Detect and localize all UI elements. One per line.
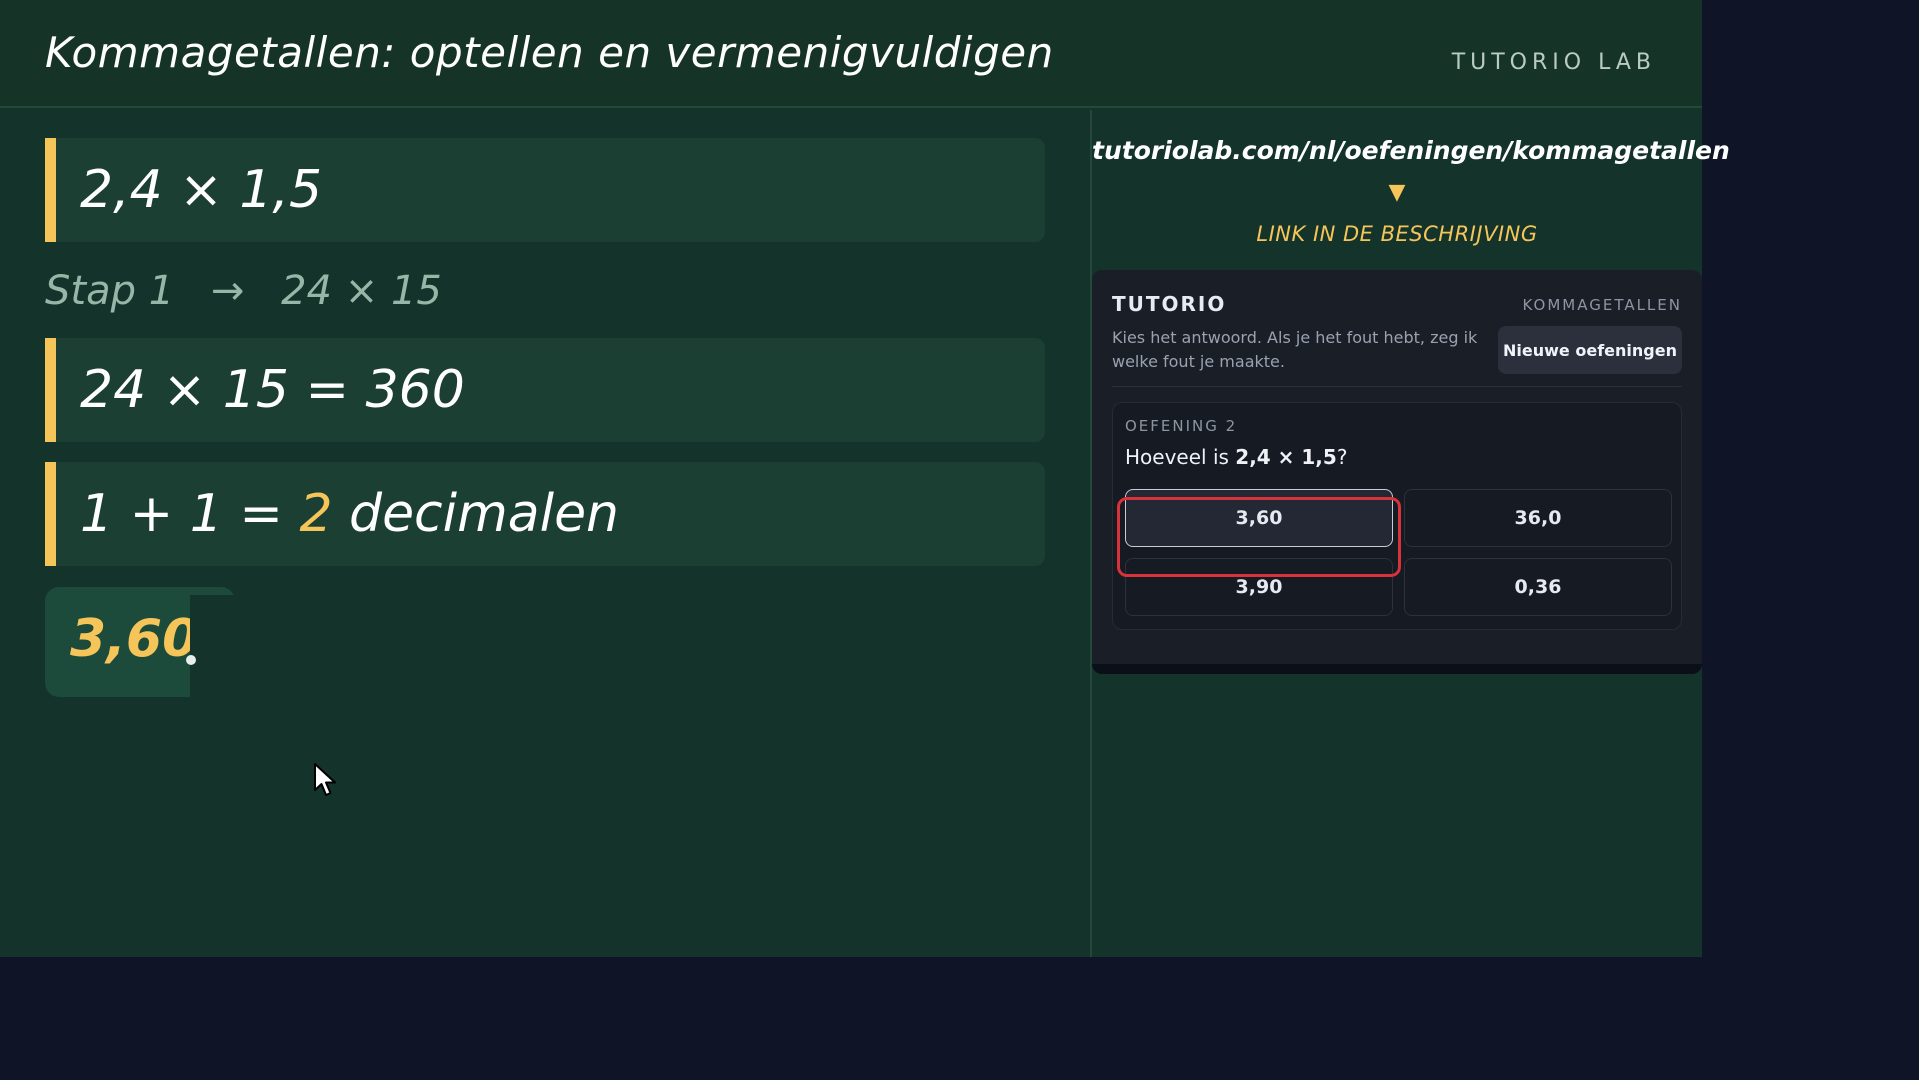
arrow-right-icon: → [210,268,245,314]
question-prefix: Hoeveel is [1125,445,1236,469]
exercise-label: OEFENING 2 [1125,417,1238,435]
board-workspace: 2,4 × 1,5 Stap 1 → 24 × 15 24 × 15 = 360… [0,110,1090,957]
step-value: 24 × 15 [281,268,442,314]
page-title: Kommagetallen: optellen en vermenigvuldi… [45,28,1054,77]
problem-text: 2,4 × 1,5 [80,160,323,220]
step-label: Stap 1 [45,268,175,314]
promo-link-label: LINK IN DE BESCHRIJVING [1256,222,1538,246]
option-button-4[interactable]: 0,36 [1404,558,1672,616]
answer-text: 3,60 [70,609,199,669]
header: Kommagetallen: optellen en vermenigvuldi… [0,0,1702,108]
answer-card: 3,60 [45,587,235,697]
chalk-icon [186,655,196,665]
step-line: Stap 1 → 24 × 15 [45,268,442,314]
option-button-3[interactable]: 3,90 [1125,558,1393,616]
brand-logo: TUTORIO LAB [1451,50,1656,75]
exercise-question: Hoeveel is 2,4 × 1,5? [1125,445,1347,469]
option-button-1[interactable]: 3,60 [1125,489,1393,547]
side-panel: tutoriolab.com/nl/oefeningen/kommagetall… [1092,110,1730,957]
answer-reveal-mask [190,595,235,697]
promo-url[interactable]: tutoriolab.com/nl/oefeningen/kommagetall… [1092,136,1730,165]
decimals-card: 1 + 1 = 2 decimalen [45,462,1045,566]
chalkboard: Kommagetallen: optellen en vermenigvuldi… [0,0,1730,957]
option-button-2[interactable]: 36,0 [1404,489,1672,547]
widget-description: Kies het antwoord. Als je het fout hebt,… [1112,328,1478,371]
widget-topic: KOMMAGETALLEN [1522,296,1682,314]
new-exercises-button[interactable]: Nieuwe oefeningen [1498,326,1682,374]
product-card: 24 × 15 = 360 [45,338,1045,442]
question-expression: 2,4 × 1,5 [1235,445,1337,469]
decimals-suffix: decimalen [332,484,620,544]
problem-card: 2,4 × 1,5 [45,138,1045,242]
decimals-count: 2 [299,484,333,544]
exercise-widget: TUTORIO KOMMAGETALLEN Kies het antwoord.… [1092,270,1702,674]
question-suffix: ? [1336,445,1348,469]
mouse-cursor-icon [313,762,339,802]
exercise-card: OEFENING 2 Hoeveel is 2,4 × 1,5? 3,60 36… [1112,402,1682,630]
decimals-prefix: 1 + 1 = [80,484,300,544]
product-text: 24 × 15 = 360 [80,360,465,420]
widget-brand: TUTORIO [1112,292,1227,316]
widget-separator [1112,386,1682,387]
arrow-down-icon: ▼ [1388,180,1406,205]
